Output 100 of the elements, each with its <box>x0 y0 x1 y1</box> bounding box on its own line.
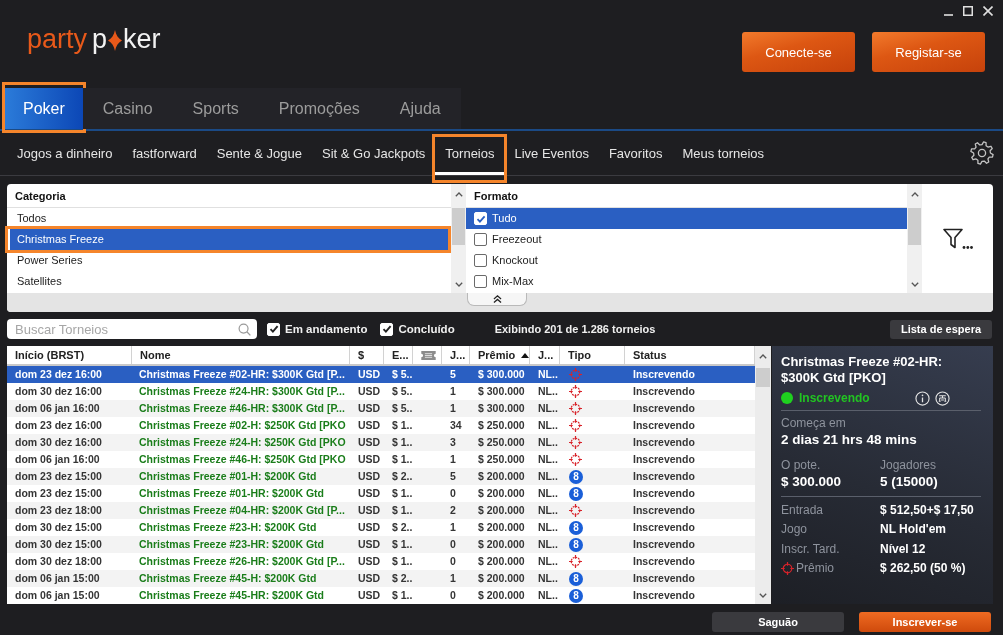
table-cell-text: Inscrevendo <box>632 571 696 586</box>
search-icon[interactable] <box>238 323 251 336</box>
table-cell-text: dom 23 dez 15:00 <box>14 469 103 484</box>
table-row[interactable]: dom 30 dez 15:00 Christmas Freeze #23-HR: $200K Gtd USD $ 1.. 0 $ 200.000 NL.. 8 Inscrevendo <box>7 536 755 553</box>
table-cell-text: 0 <box>449 486 457 501</box>
table-cell-text: USD <box>357 418 382 433</box>
table-cell-text: $ 1.. <box>391 588 413 603</box>
detail-value: Nível 12 <box>880 541 927 556</box>
filter-button[interactable] <box>942 227 973 250</box>
chevron-down-icon[interactable] <box>910 282 919 287</box>
logo-text: p <box>92 24 108 54</box>
format-option[interactable]: Knockout <box>466 250 907 271</box>
main-tab[interactable]: Casino <box>82 88 173 129</box>
category-item[interactable]: Power Series <box>10 250 448 271</box>
column-header[interactable]: J... <box>442 346 470 364</box>
register-button[interactable]: Inscrever-se <box>859 612 991 632</box>
table-row[interactable]: dom 30 dez 16:00 Christmas Freeze #24-HR: $300K Gtd [P... USD $ 5.. 1 $ 300.000 NL.. Inscrevendo <box>7 383 755 400</box>
table-row[interactable]: dom 23 dez 16:00 Christmas Freeze #02-HR: $300K Gtd [P... USD $ 5.. 5 $ 300.000 NL.. Inscrevendo <box>7 366 755 383</box>
format-option[interactable]: Tudo <box>466 208 907 229</box>
column-header[interactable]: Tipo <box>560 346 625 364</box>
scrollbar[interactable] <box>907 184 922 293</box>
sub-tab[interactable]: Sit & Go Jackpots <box>312 131 436 175</box>
table-cell-text: dom 30 dez 15:00 <box>14 537 103 552</box>
table-cell-text: NL.. <box>537 571 559 586</box>
scrollbar[interactable] <box>451 184 466 293</box>
table-row[interactable]: dom 23 dez 15:00 Christmas Freeze #01-H: $200K Gtd USD $ 2.. 5 $ 200.000 NL.. 8 Inscrevendo <box>7 468 755 485</box>
table-cell-text: dom 30 dez 16:00 <box>14 384 103 399</box>
chevron-up-icon[interactable] <box>910 192 919 197</box>
main-tab[interactable]: Sports <box>172 88 259 129</box>
table-row[interactable]: dom 23 dez 16:00 Christmas Freeze #02-H: $250K Gtd [PKO USD $ 1.. 34 $ 250.000 NL.. Inscrevendo <box>7 417 755 434</box>
table-row[interactable]: dom 06 jan 16:00 Christmas Freeze #46-H: $250K Gtd [PKO USD $ 1.. 1 $ 250.000 NL.. Inscrevendo <box>7 451 755 468</box>
type-badge: 8 <box>569 486 583 501</box>
tournament-title: Christmas Freeze #02-HR: $300K Gtd [PKO] <box>781 354 944 386</box>
search-field[interactable]: Buscar Torneios <box>7 319 257 339</box>
table-row[interactable]: dom 30 dez 15:00 Christmas Freeze #23-H: $200K Gtd USD $ 2.. 1 $ 200.000 NL.. 8 Inscrevendo <box>7 519 755 536</box>
checkbox[interactable] <box>474 275 487 288</box>
scrollbar[interactable] <box>755 346 771 604</box>
hierarchy-icon[interactable] <box>935 390 950 406</box>
collapse-button[interactable] <box>467 293 527 306</box>
table-cell-text: 5 <box>449 469 457 484</box>
lobby-button[interactable]: Saguão <box>712 612 844 632</box>
chevron-down-icon[interactable] <box>454 282 463 287</box>
format-option[interactable]: Mix-Max <box>466 271 907 292</box>
main-tab[interactable]: Promoções <box>258 88 380 129</box>
sub-tab[interactable]: Live Eventos <box>504 131 599 175</box>
sub-tab[interactable]: Sente & Jogue <box>206 131 312 175</box>
column-header[interactable]: Prêmio <box>470 346 530 364</box>
sub-tab[interactable]: Torneios <box>435 131 505 175</box>
status-dot-icon <box>781 392 793 404</box>
settings-icon[interactable] <box>970 141 994 165</box>
detail-value: 5 (15000) <box>880 473 939 491</box>
scrollbar-thumb[interactable] <box>908 208 921 245</box>
category-item[interactable]: Todos <box>10 208 448 229</box>
table-row[interactable]: dom 30 dez 16:00 Christmas Freeze #24-H: $250K Gtd [PKO USD $ 1.. 3 $ 250.000 NL.. Inscrevendo <box>7 434 755 451</box>
register-button[interactable]: Registar-se <box>872 32 985 72</box>
table-row[interactable]: dom 06 jan 16:00 Christmas Freeze #46-HR: $300K Gtd [P... USD $ 5.. 1 $ 300.000 NL.. Inscrevendo <box>7 400 755 417</box>
table-cell-text: USD <box>357 520 382 535</box>
table-row[interactable]: dom 06 jan 15:00 Christmas Freeze #45-H: $200K Gtd USD $ 2.. 1 $ 200.000 NL.. 8 Inscrevendo <box>7 570 755 587</box>
close-icon[interactable] <box>983 6 993 16</box>
table-cell-text: NL.. <box>537 401 559 416</box>
column-header[interactable]: $ <box>350 346 384 364</box>
chevron-down-icon[interactable] <box>759 593 767 598</box>
table-row[interactable]: dom 23 dez 18:00 Christmas Freeze #04-HR: $200K Gtd [P... USD $ 1.. 2 $ 200.000 NL.. Inscrevendo <box>7 502 755 519</box>
format-option[interactable]: Freezeout <box>466 229 907 250</box>
scrollbar-thumb[interactable] <box>756 368 770 387</box>
table-cell-text: 3 <box>449 435 457 450</box>
column-header[interactable]: Nome <box>132 346 350 364</box>
checkbox[interactable] <box>474 254 487 267</box>
detail-label: Começa em <box>781 415 847 431</box>
info-icon[interactable] <box>915 390 930 406</box>
table-cell-text: dom 06 jan 16:00 <box>14 452 101 467</box>
chevron-up-icon[interactable] <box>759 354 767 359</box>
waitlist-button[interactable]: Lista de espera <box>890 319 992 339</box>
table-cell-text: USD <box>357 469 382 484</box>
connect-button[interactable]: Conecte-se <box>742 32 855 72</box>
table-cell-text: NL.. <box>537 469 559 484</box>
table-row[interactable]: dom 30 dez 18:00 Christmas Freeze #26-HR: $200K Gtd [P... USD $ 1.. 0 $ 200.000 NL.. Inscrevendo <box>7 553 755 570</box>
chevron-up-icon[interactable] <box>454 192 463 197</box>
category-item[interactable]: Satellites <box>10 271 448 292</box>
column-header[interactable]: J... <box>530 346 560 364</box>
sub-tab[interactable]: Jogos a dinheiro <box>7 131 123 175</box>
column-header[interactable]: Início (BRST) <box>7 346 132 364</box>
scrollbar-thumb[interactable] <box>452 208 465 245</box>
table-row[interactable]: dom 06 jan 15:00 Christmas Freeze #45-HR: $200K Gtd USD $ 1.. 0 $ 200.000 NL.. 8 Inscrevendo <box>7 587 755 604</box>
table-cell-text: USD <box>357 401 382 416</box>
checkbox[interactable] <box>474 233 487 246</box>
table-row[interactable]: dom 23 dez 15:00 Christmas Freeze #01-HR: $200K Gtd USD $ 1.. 0 $ 200.000 NL.. 8 Inscrevendo <box>7 485 755 502</box>
maximize-icon[interactable] <box>963 6 973 16</box>
table-cell-text: $ 1.. <box>391 537 413 552</box>
sub-tab[interactable]: Favoritos <box>598 131 673 175</box>
sub-tab[interactable]: fastforward <box>122 131 207 175</box>
column-header[interactable]: E... <box>384 346 413 364</box>
detail-label: Jogo <box>781 522 808 537</box>
main-tab[interactable]: Ajuda <box>379 88 461 129</box>
table-cell-text: 0 <box>449 588 457 603</box>
table-cell-text: $ 250.000 <box>477 452 526 467</box>
table-cell-text: 1 <box>449 452 457 467</box>
logo-text: ker <box>123 24 161 54</box>
table-cell-text: $ 200.000 <box>477 537 526 552</box>
sub-tab[interactable]: Meus torneios <box>672 131 775 175</box>
